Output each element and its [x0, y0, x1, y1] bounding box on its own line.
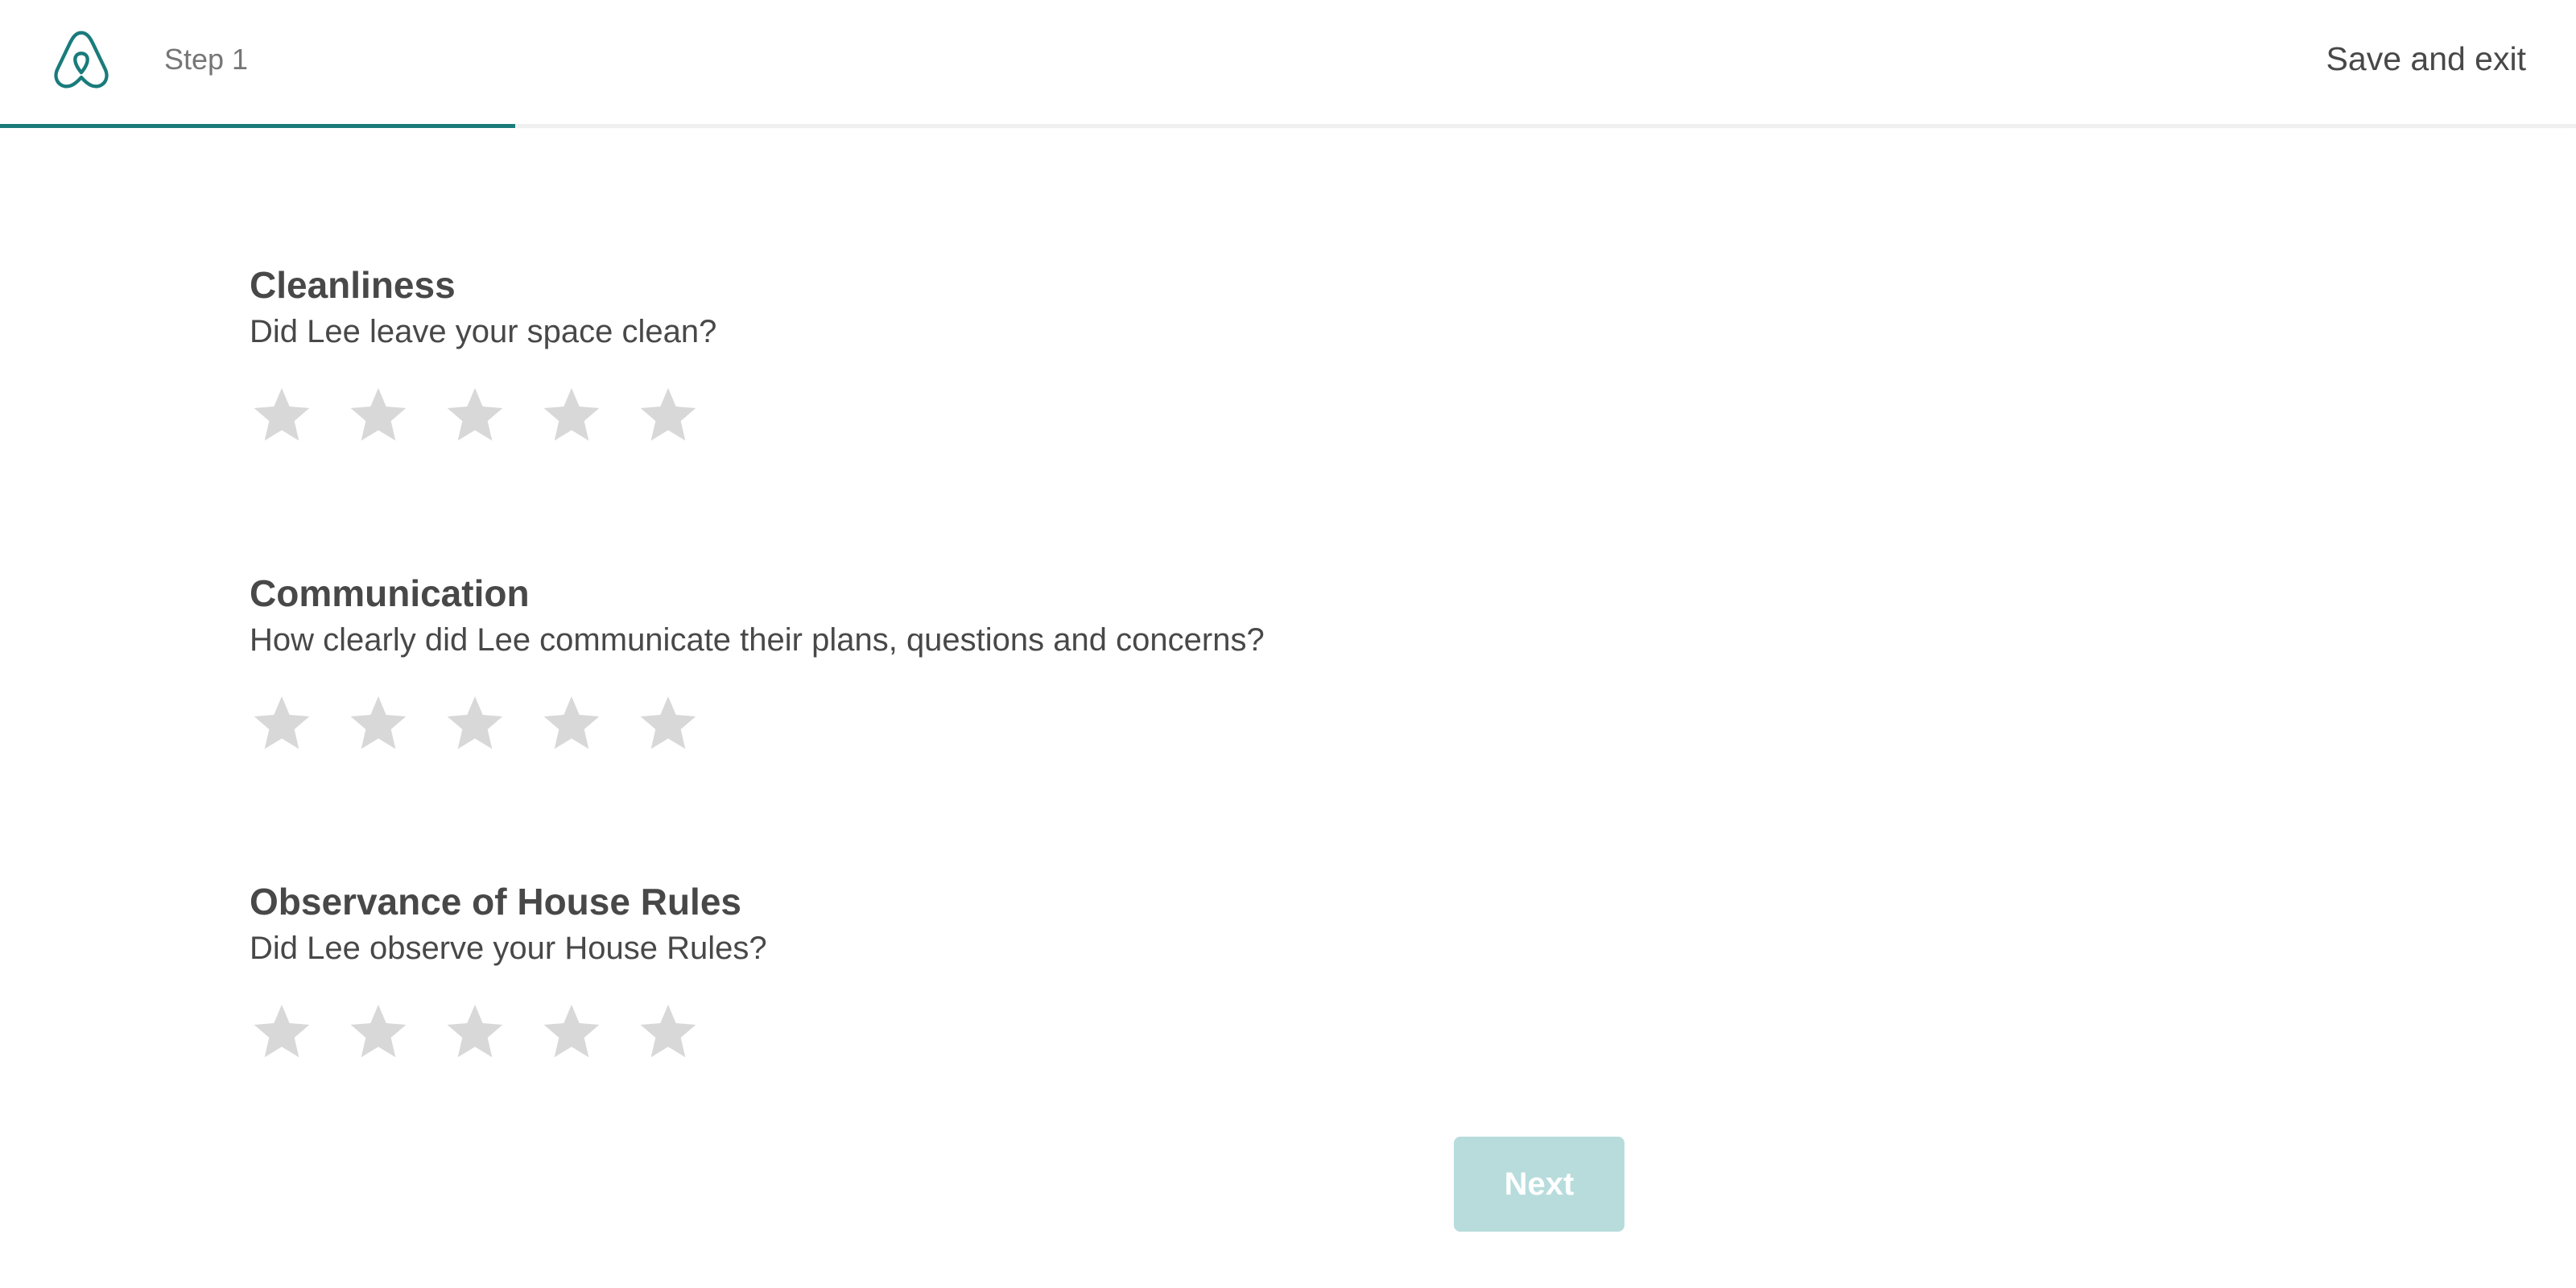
star-rating: [250, 1000, 767, 1064]
section-question: How clearly did Lee communicate their pl…: [250, 622, 1265, 658]
rating-section-cleanliness: Cleanliness Did Lee leave your space cle…: [250, 262, 716, 448]
star-icon[interactable]: [443, 383, 507, 448]
star-icon[interactable]: [539, 1000, 604, 1064]
progress-bar-fill: [0, 124, 515, 128]
section-title: Observance of House Rules: [250, 881, 741, 923]
step-label: Step 1: [164, 43, 249, 76]
section-question: Did Lee observe your House Rules?: [250, 931, 767, 966]
star-icon[interactable]: [346, 1000, 411, 1064]
star-icon[interactable]: [636, 1000, 700, 1064]
star-icon[interactable]: [539, 691, 604, 756]
star-icon[interactable]: [539, 383, 604, 448]
star-icon[interactable]: [250, 1000, 314, 1064]
airbnb-logo-icon[interactable]: [48, 26, 114, 93]
save-and-exit-button[interactable]: Save and exit: [2326, 39, 2526, 79]
star-icon[interactable]: [443, 691, 507, 756]
section-title: Communication: [250, 572, 530, 614]
rating-section-communication: Communication How clearly did Lee commun…: [250, 571, 1265, 756]
star-rating: [250, 691, 1265, 756]
star-icon[interactable]: [636, 691, 700, 756]
star-icon[interactable]: [346, 691, 411, 756]
star-icon[interactable]: [250, 691, 314, 756]
section-question: Did Lee leave your space clean?: [250, 314, 717, 349]
next-button[interactable]: Next: [1454, 1137, 1624, 1232]
rating-section-house-rules: Observance of House Rules Did Lee observ…: [250, 879, 767, 1064]
top-header: Step 1 Save and exit: [0, 0, 2576, 124]
star-rating: [250, 383, 716, 448]
progress-bar: [0, 124, 2576, 128]
star-icon[interactable]: [250, 383, 314, 448]
star-icon[interactable]: [443, 1000, 507, 1064]
star-icon[interactable]: [346, 383, 411, 448]
star-icon[interactable]: [636, 383, 700, 448]
section-title: Cleanliness: [250, 264, 456, 306]
